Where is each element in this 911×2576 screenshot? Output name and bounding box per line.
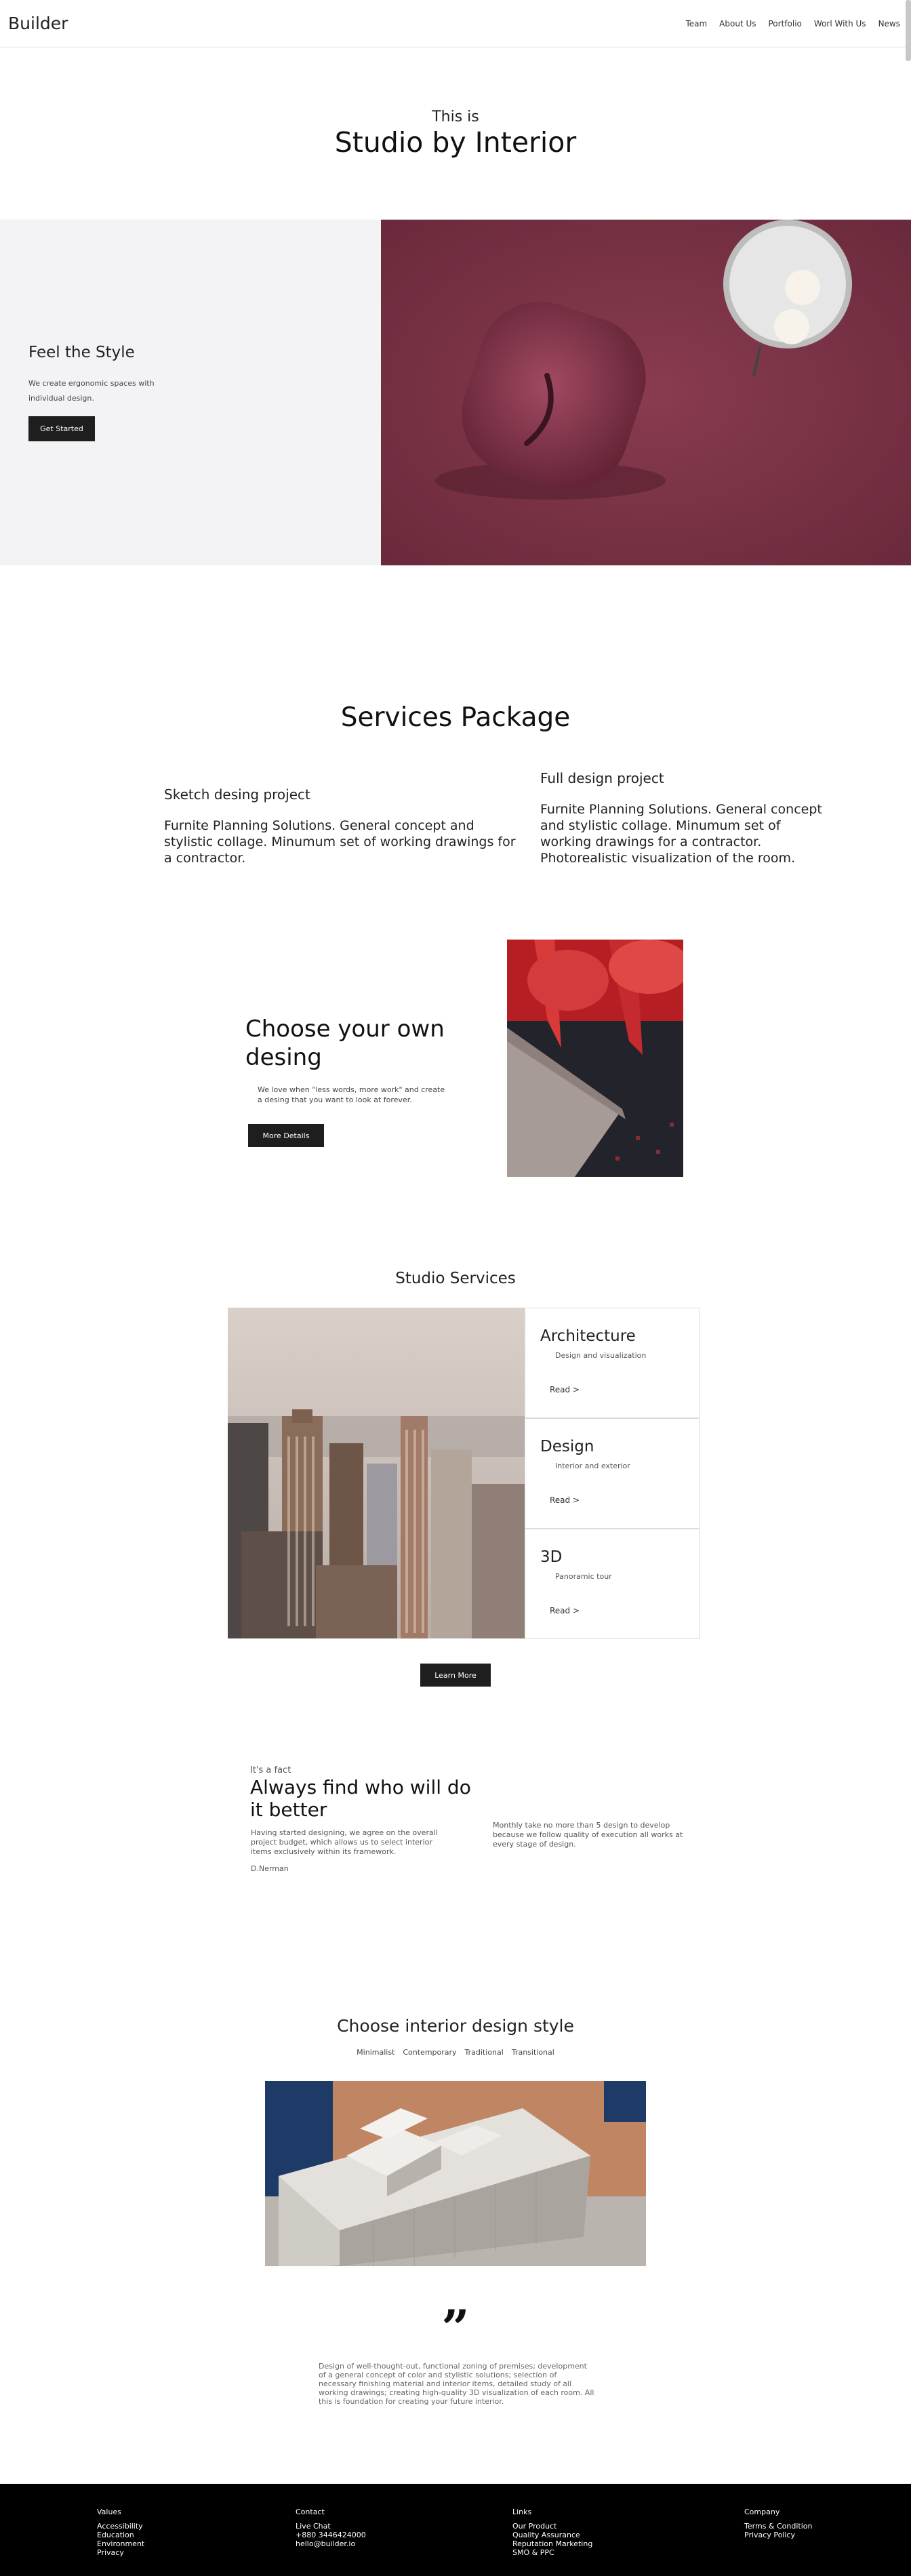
nav-item-about-us[interactable]: About Us bbox=[719, 19, 756, 28]
footer-link[interactable]: +880 3446424000 bbox=[296, 2531, 366, 2539]
style-section-title: Choose interior design style bbox=[337, 2016, 574, 2036]
footer-heading: Company bbox=[744, 2508, 780, 2516]
footer-heading: Links bbox=[512, 2508, 532, 2516]
footer-link[interactable]: SMO & PPC bbox=[512, 2548, 592, 2557]
service-card-architecture[interactable]: Architecture Design and visualization Re… bbox=[525, 1308, 700, 1418]
footer-link[interactable]: Privacy Policy bbox=[744, 2531, 812, 2539]
service-card-title: Design bbox=[540, 1438, 594, 1455]
city-skyline-image bbox=[228, 1308, 525, 1638]
feel-style-text: We create ergonomic spaces with individu… bbox=[28, 379, 155, 403]
page-scrollbar[interactable] bbox=[906, 0, 911, 61]
package-description: Furnite Planning Solutions. General conc… bbox=[164, 818, 516, 866]
pouf-hero-image bbox=[381, 220, 911, 565]
package-name: Full design project bbox=[540, 770, 664, 786]
footer-link[interactable]: Reputation Marketing bbox=[512, 2539, 592, 2548]
tab-transitional[interactable]: Transitional bbox=[512, 2048, 554, 2057]
site-footer: Values Accessibility Education Environme… bbox=[0, 2484, 911, 2576]
fact-author: D.Nerman bbox=[251, 1864, 289, 1873]
footer-column-links: Links Our Product Quality Assurance Repu… bbox=[512, 2508, 592, 2557]
read-more-link[interactable]: Read > bbox=[550, 1495, 580, 1505]
service-card-subtitle: Panoramic tour bbox=[555, 1572, 612, 1581]
tab-minimalist[interactable]: Minimalist bbox=[357, 2048, 394, 2057]
footer-column-contact: Contact Live Chat +880 3446424000 hello@… bbox=[296, 2508, 366, 2548]
service-card-title: 3D bbox=[540, 1548, 563, 1566]
hero-title: Studio by Interior bbox=[334, 126, 577, 159]
learn-more-button[interactable]: Learn More bbox=[420, 1664, 491, 1687]
nav-item-news[interactable]: News bbox=[878, 19, 900, 28]
service-card-subtitle: Design and visualization bbox=[555, 1351, 647, 1360]
tab-traditional[interactable]: Traditional bbox=[465, 2048, 504, 2057]
feel-style-title: Feel the Style bbox=[28, 344, 135, 361]
footer-column-company: Company Terms & Condition Privacy Policy bbox=[744, 2508, 812, 2539]
quote-text: Design of well-thought-out, functional z… bbox=[319, 2362, 594, 2406]
footer-heading: Values bbox=[97, 2508, 121, 2516]
package-description: Furnite Planning Solutions. General conc… bbox=[540, 802, 822, 866]
service-card-subtitle: Interior and exterior bbox=[555, 1462, 630, 1470]
interior-illustration bbox=[265, 2081, 646, 2266]
footer-link[interactable]: Live Chat bbox=[296, 2522, 366, 2531]
footer-link[interactable]: Privacy bbox=[97, 2548, 144, 2557]
pouf-illustration bbox=[381, 220, 911, 565]
tab-contemporary[interactable]: Contemporary bbox=[403, 2048, 456, 2057]
hero-subtitle: This is bbox=[432, 108, 479, 125]
footer-link[interactable]: Quality Assurance bbox=[512, 2531, 592, 2539]
interior-style-image bbox=[265, 2081, 646, 2266]
service-card-title: Architecture bbox=[540, 1327, 636, 1345]
footer-link[interactable]: Education bbox=[97, 2531, 144, 2539]
site-header: Builder Team About Us Portfolio Worl Wit… bbox=[0, 0, 911, 47]
studio-services-title: Studio Services bbox=[395, 1270, 516, 1287]
footer-link[interactable]: Our Product bbox=[512, 2522, 592, 2531]
fact-title: Always find who will do it better bbox=[250, 1776, 471, 1821]
read-more-link[interactable]: Read > bbox=[550, 1606, 580, 1615]
get-started-button[interactable]: Get Started bbox=[28, 416, 95, 441]
choose-own-text: We love when "less words, more work" and… bbox=[258, 1085, 445, 1104]
read-more-link[interactable]: Read > bbox=[550, 1385, 580, 1394]
nav-item-team[interactable]: Team bbox=[685, 19, 707, 28]
footer-link[interactable]: hello@builder.io bbox=[296, 2539, 366, 2548]
footer-column-values: Values Accessibility Education Environme… bbox=[97, 2508, 144, 2557]
chair-detail-image bbox=[507, 940, 683, 1177]
quote-mark-icon: ” bbox=[441, 2299, 470, 2356]
service-card-3d[interactable]: 3D Panoramic tour Read > bbox=[525, 1529, 700, 1639]
package-name: Sketch desing project bbox=[164, 786, 310, 803]
city-illustration bbox=[228, 1308, 525, 1638]
footer-heading: Contact bbox=[296, 2508, 325, 2516]
footer-link[interactable]: Environment bbox=[97, 2539, 144, 2548]
nav-item-portfolio[interactable]: Portfolio bbox=[769, 19, 802, 28]
service-card-design[interactable]: Design Interior and exterior Read > bbox=[525, 1418, 700, 1529]
fact-left-text: Having started designing, we agree on th… bbox=[251, 1828, 438, 1856]
choose-own-title: Choose your own desing bbox=[245, 1015, 445, 1071]
feel-style-panel: Feel the Style We create ergonomic space… bbox=[0, 220, 381, 565]
fact-right-text: Monthly take no more than 5 design to de… bbox=[493, 1821, 683, 1849]
site-logo[interactable]: Builder bbox=[8, 14, 68, 33]
main-nav: Team About Us Portfolio Worl With Us New… bbox=[685, 19, 900, 28]
fact-kicker: It's a fact bbox=[250, 1765, 291, 1775]
nav-item-work-with-us[interactable]: Worl With Us bbox=[814, 19, 866, 28]
style-tabs: Minimalist Contemporary Traditional Tran… bbox=[0, 2048, 911, 2057]
services-package-title: Services Package bbox=[340, 702, 571, 733]
chair-illustration bbox=[507, 940, 683, 1177]
footer-link[interactable]: Accessibility bbox=[97, 2522, 144, 2531]
footer-link[interactable]: Terms & Condition bbox=[744, 2522, 812, 2531]
more-details-button[interactable]: More Details bbox=[248, 1124, 324, 1147]
